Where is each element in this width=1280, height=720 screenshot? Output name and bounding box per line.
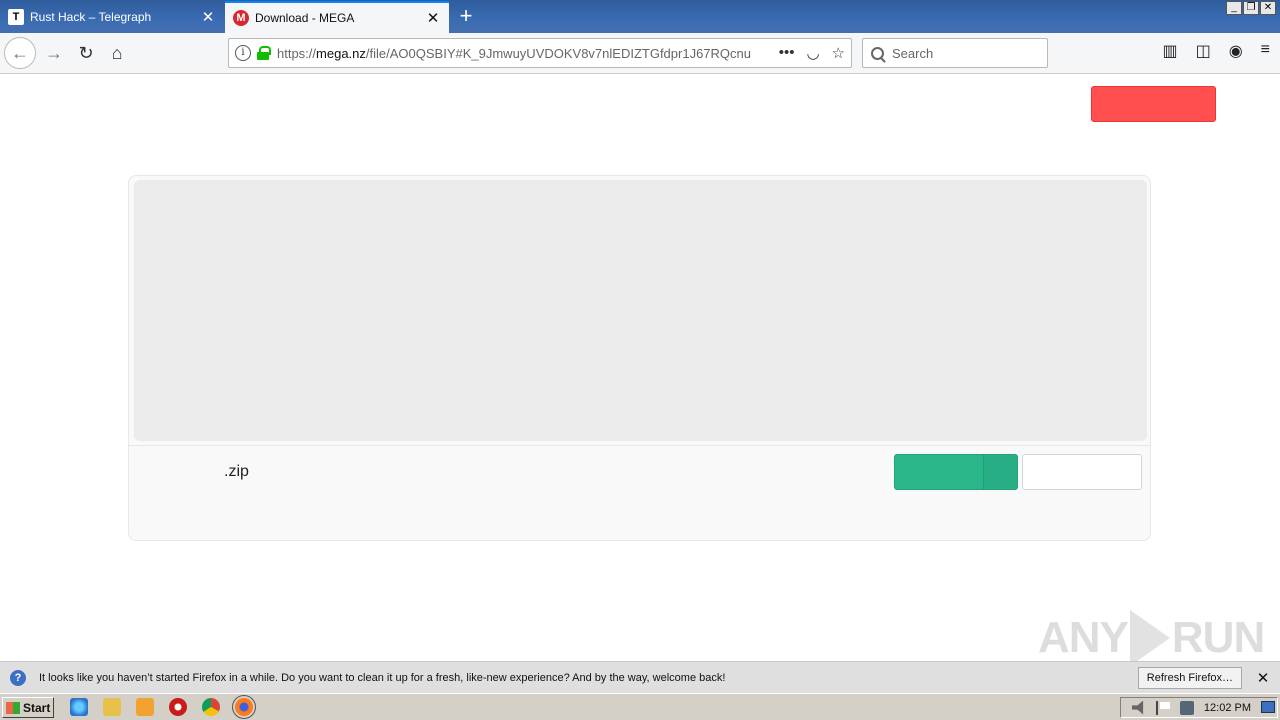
action-center-flag-icon[interactable] — [1155, 700, 1170, 715]
volume-icon[interactable] — [1131, 700, 1144, 715]
pocket-icon[interactable]: ◡ — [806, 44, 819, 62]
restore-icon[interactable]: ❐ — [1243, 1, 1259, 15]
start-button[interactable]: Start — [2, 697, 54, 718]
forward-arrow-icon[interactable]: → — [38, 37, 70, 69]
opera-icon[interactable] — [169, 698, 187, 716]
quick-launch — [70, 695, 256, 719]
file-card: .zip — [128, 175, 1151, 541]
question-icon: ? — [10, 669, 26, 686]
tab-rust-hack-telegraph[interactable]: T Rust Hack – Telegraph ✕ — [0, 1, 224, 33]
site-info-icon[interactable]: i — [235, 45, 251, 61]
library-icon[interactable]: ▥ — [1162, 41, 1177, 61]
chrome-icon[interactable] — [202, 698, 220, 716]
close-tab-icon[interactable]: ✕ — [200, 8, 216, 26]
start-label: Start — [23, 700, 51, 715]
close-window-icon[interactable]: ✕ — [1260, 1, 1276, 15]
reload-icon[interactable]: ↻ — [70, 37, 102, 69]
tab-download-mega[interactable]: M Download - MEGA ✕ — [225, 1, 449, 33]
windows-logo-icon — [6, 701, 20, 714]
download-options-button[interactable] — [984, 455, 1017, 489]
watermark-text-left: ANY — [1038, 613, 1129, 662]
account-icon[interactable]: ◉ — [1229, 41, 1243, 61]
divider — [129, 445, 1150, 446]
close-notification-icon[interactable]: ✕ — [1256, 669, 1270, 687]
search-placeholder: Search — [892, 45, 934, 61]
close-tab-icon[interactable]: ✕ — [425, 9, 441, 27]
play-logo-icon — [1129, 610, 1170, 666]
file-preview-area — [134, 180, 1147, 441]
back-arrow-icon[interactable]: ← — [4, 37, 36, 69]
url-path: /file/AO0QSBIY#K_9JmwuyUVDOKV8v7nlEDIZTG… — [365, 45, 751, 61]
file-name: .zip — [224, 463, 249, 480]
mega-favicon-icon: M — [233, 10, 249, 26]
navigation-toolbar: ← → ↻ ⌂ i https://mega.nz/file/AO0QSBIY#… — [0, 33, 1280, 74]
page-actions-icon[interactable]: ••• — [779, 44, 795, 62]
media-player-icon[interactable] — [136, 698, 154, 716]
home-icon[interactable]: ⌂ — [101, 37, 133, 69]
toolbar-right: ▥ ◫ ◉ ≡ — [1162, 41, 1270, 61]
menu-icon[interactable]: ≡ — [1261, 41, 1270, 61]
bookmark-star-icon[interactable]: ☆ — [832, 44, 845, 62]
url-domain: mega.nz — [316, 45, 366, 61]
secondary-button[interactable] — [1022, 454, 1142, 490]
firefox-icon[interactable] — [232, 695, 256, 719]
lock-icon[interactable] — [257, 46, 271, 60]
taskbar: Start 12:02 PM — [0, 693, 1280, 720]
telegraph-favicon-icon: T — [8, 9, 24, 25]
internet-explorer-icon[interactable] — [70, 698, 88, 716]
minimize-icon[interactable]: _ — [1226, 1, 1242, 15]
tab-strip: T Rust Hack – Telegraph ✕ M Download - M… — [0, 0, 1280, 33]
address-bar[interactable]: i https://mega.nz/file/AO0QSBIY#K_9Jmwuy… — [228, 38, 852, 68]
search-input[interactable]: Search — [862, 38, 1048, 68]
url-text[interactable]: https://mega.nz/file/AO0QSBIY#K_9JmwuyUV… — [277, 46, 771, 61]
red-header-button[interactable] — [1091, 86, 1216, 122]
window-controls: _ ❐ ✕ — [1226, 1, 1276, 15]
sidebar-icon[interactable]: ◫ — [1196, 41, 1211, 61]
show-desktop-icon[interactable] — [1261, 701, 1275, 713]
new-tab-icon[interactable]: + — [452, 3, 480, 31]
network-icon[interactable] — [1179, 700, 1194, 715]
screen: T Rust Hack – Telegraph ✕ M Download - M… — [0, 0, 1280, 720]
url-scheme: https:// — [277, 45, 317, 61]
watermark-text-right: RUN — [1171, 613, 1265, 662]
download-button[interactable] — [894, 454, 1018, 490]
system-tray: 12:02 PM — [1120, 697, 1278, 718]
page-content: .zip ANY RUN — [0, 74, 1280, 666]
tab-label: Rust Hack – Telegraph — [30, 10, 152, 24]
clock[interactable]: 12:02 PM — [1204, 702, 1251, 714]
notification-bar: ? It looks like you haven’t started Fire… — [0, 661, 1280, 693]
folder-icon[interactable] — [103, 698, 121, 716]
address-bar-actions: ••• ◡ ☆ — [779, 44, 845, 62]
search-icon — [871, 46, 884, 60]
notification-message: It looks like you haven’t started Firefo… — [39, 671, 726, 684]
tab-label: Download - MEGA — [255, 11, 355, 25]
anyrun-watermark: ANY RUN — [1038, 608, 1265, 668]
refresh-firefox-button[interactable]: Refresh Firefox… — [1137, 666, 1242, 689]
